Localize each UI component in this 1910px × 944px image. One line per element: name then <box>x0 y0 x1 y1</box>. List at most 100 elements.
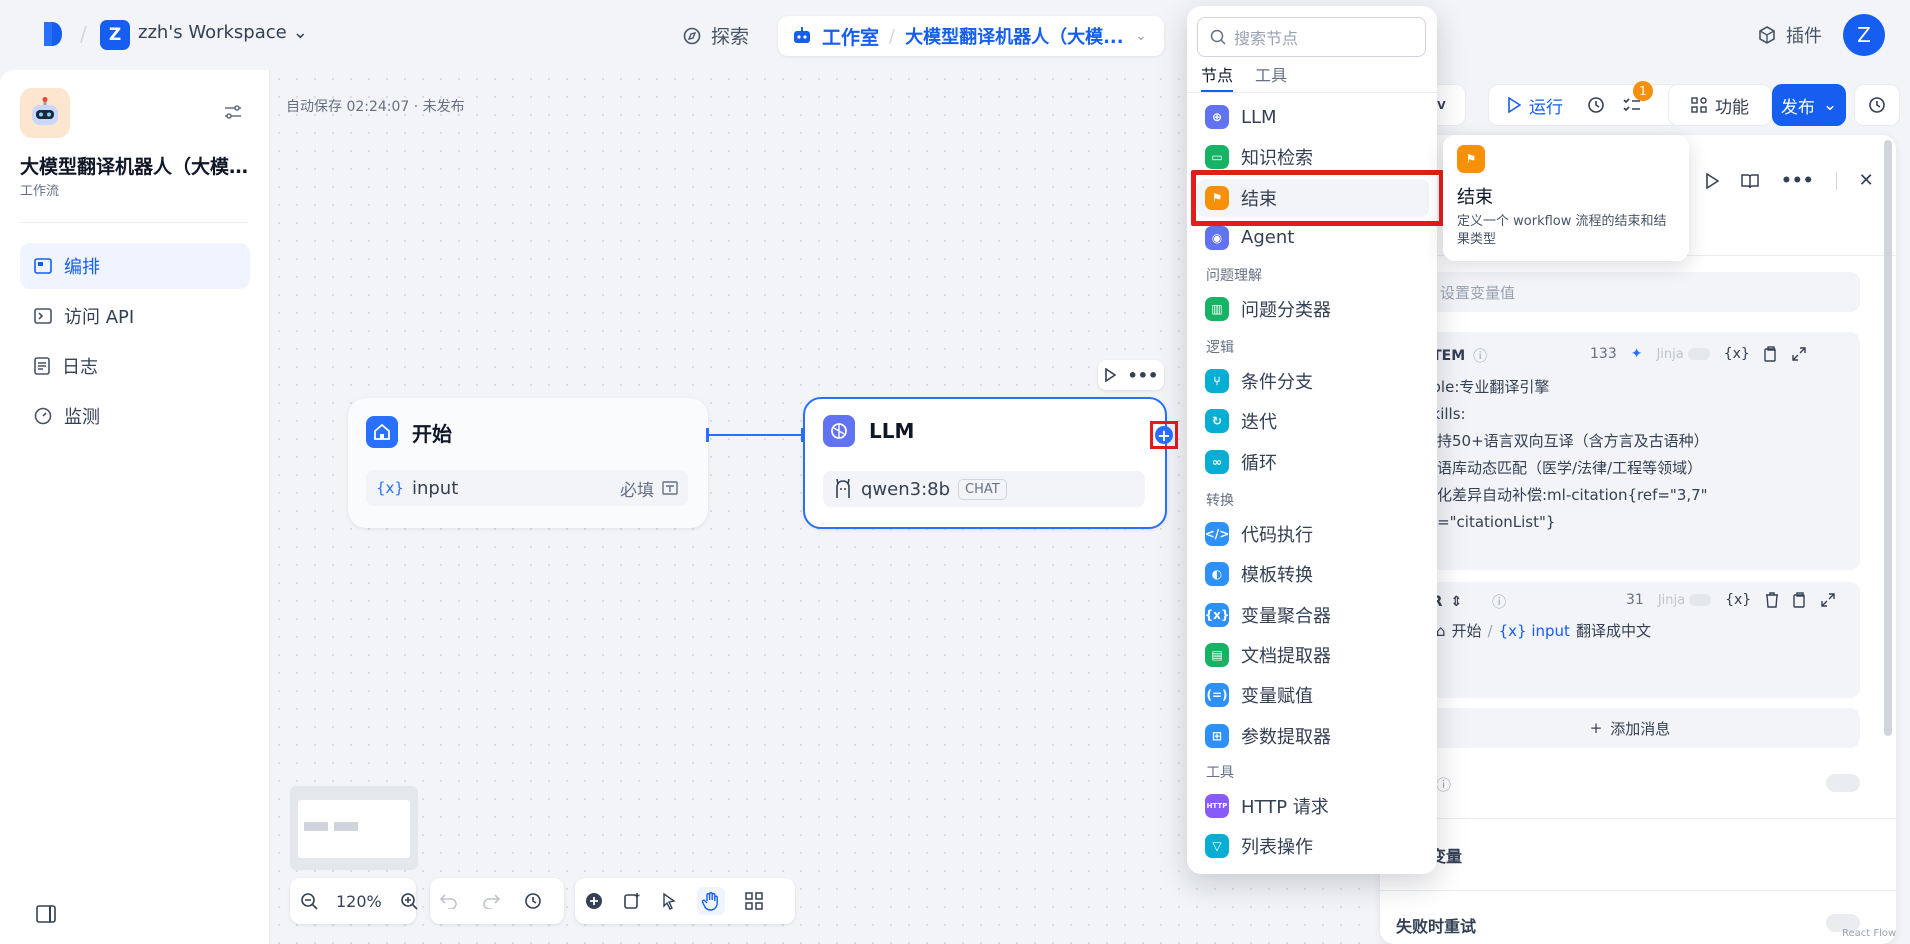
dify-logo[interactable] <box>42 20 64 48</box>
memory-toggle[interactable] <box>1826 774 1860 792</box>
divider <box>1835 171 1837 190</box>
panel-scrollbar[interactable] <box>1884 140 1892 736</box>
run-toolbar: 运行 1 <box>1488 81 1684 126</box>
help-icon: ⓘ <box>1492 595 1507 611</box>
checklist-icon[interactable]: 1 <box>1623 81 1653 113</box>
node-type-icon: HTTP <box>1205 794 1229 818</box>
panel-header-actions: ••• ✕ <box>1705 170 1874 191</box>
zoom-in-icon[interactable] <box>400 892 418 910</box>
workspace-avatar[interactable]: Z <box>100 20 130 50</box>
history-icon[interactable] <box>524 892 542 910</box>
model-mode-badge: CHAT <box>958 478 1007 500</box>
picker-item[interactable]: HTTP HTTP 请求 <box>1197 787 1429 825</box>
picker-item[interactable]: {x} 变量聚合器 <box>1197 596 1429 634</box>
expand-icon[interactable] <box>1792 347 1806 361</box>
user-avatar[interactable]: Z <box>1843 14 1885 56</box>
role-switch-icon[interactable]: ⇕ <box>1450 594 1462 610</box>
insert-variable-icon[interactable]: {x} <box>1725 592 1751 608</box>
zoom-out-icon[interactable] <box>300 892 318 910</box>
context-variable-select[interactable]: 设置变量值 <box>1420 272 1860 312</box>
run-history-icon[interactable] <box>1587 96 1605 114</box>
picker-item[interactable]: ⊞ 参数提取器 <box>1197 717 1429 755</box>
start-node[interactable]: 开始 {x} input 必填 <box>348 398 708 528</box>
picker-item[interactable]: ∞ 循环 <box>1197 443 1429 481</box>
react-flow-attribution[interactable]: React Flow <box>1842 928 1896 939</box>
tooltip-title: 结束 <box>1457 187 1493 208</box>
pointer-icon[interactable] <box>661 892 677 910</box>
node-search-input[interactable]: 搜索节点 <box>1197 17 1426 57</box>
prompt-line: Role:专业翻译引擎 <box>1422 378 1550 396</box>
copy-icon[interactable] <box>1793 592 1807 608</box>
picker-item[interactable]: ▤ 文档提取器 <box>1197 636 1429 674</box>
more-icon[interactable]: ••• <box>1127 366 1158 385</box>
play-icon[interactable] <box>1705 172 1719 189</box>
app-switcher[interactable]: 大模型翻译机器人（大模... <box>905 23 1125 49</box>
run-label: 运行 <box>1529 97 1563 118</box>
picker-item[interactable]: ↻ 迭代 <box>1197 402 1429 440</box>
more-icon[interactable]: ••• <box>1781 171 1814 191</box>
nav-studio[interactable]: 工作室 <box>822 23 879 50</box>
tab-tools[interactable]: 工具 <box>1255 62 1287 86</box>
picker-item[interactable]: ▽ 列表操作 <box>1197 827 1429 865</box>
model-row[interactable]: qwen3:8b CHAT <box>823 471 1145 507</box>
copy-icon[interactable] <box>1764 346 1778 362</box>
sidebar-item-monitor[interactable]: 监测 <box>20 393 250 439</box>
node-type-icon: ▽ <box>1205 834 1229 859</box>
sidebar-item-api[interactable]: 访问 API <box>20 293 250 339</box>
expand-icon[interactable] <box>1821 593 1835 607</box>
node-type-icon: ⊕ <box>1205 105 1229 129</box>
prompt-line: 术语库动态匹配（医学/法律/工程等领域） <box>1422 459 1703 477</box>
user-prompt-text[interactable]: ⌂ 开始 / {x} input 翻译成中文 <box>1436 620 1651 641</box>
hand-icon[interactable] <box>697 887 725 915</box>
picker-item[interactable]: ⊕ LLM <box>1197 98 1429 136</box>
picker-item[interactable]: ⑂ 条件分支 <box>1197 362 1429 400</box>
app-settings-icon[interactable] <box>224 104 242 120</box>
studio-breadcrumb: 工作室 / 大模型翻译机器人（大模... ⌄ <box>778 16 1164 56</box>
close-icon[interactable]: ✕ <box>1859 170 1874 191</box>
text-field-icon <box>662 481 678 495</box>
features-button[interactable]: 功能 <box>1668 84 1772 126</box>
system-prompt-text[interactable]: Role:专业翻译引擎 Skills: 支持50+语言双向互译（含方言及古语种）… <box>1422 374 1842 536</box>
user-prompt-box[interactable]: ER ⇕ ⓘ 31 Jinja {x} ⌂ 开始 / {x} input 翻译成… <box>1400 582 1860 698</box>
delete-icon[interactable] <box>1765 592 1779 608</box>
zoom-level[interactable]: 120% <box>336 892 382 911</box>
add-message-button[interactable]: + 添加消息 <box>1400 708 1860 748</box>
workspace-switcher[interactable]: zzh's Workspace ⌄ <box>138 22 308 43</box>
tab-nodes[interactable]: 节点 <box>1201 62 1234 92</box>
picker-item-label: 参数提取器 <box>1241 726 1331 748</box>
picker-group-label: 逻辑 <box>1206 340 1234 356</box>
play-icon[interactable] <box>1104 368 1116 382</box>
run-button[interactable]: 运行 <box>1507 93 1563 118</box>
undo-icon[interactable] <box>440 893 458 909</box>
jinja-toggle[interactable] <box>1689 594 1712 606</box>
edge-start-llm[interactable] <box>708 434 804 436</box>
sidebar-item-orchestrate[interactable]: 编排 <box>20 243 250 289</box>
plus-icon: + <box>1589 719 1603 737</box>
organize-icon[interactable] <box>745 892 763 910</box>
insert-variable-icon[interactable]: {x} <box>1724 346 1750 362</box>
sidebar-item-logs[interactable]: 日志 <box>20 343 250 389</box>
add-node-icon[interactable] <box>585 892 603 910</box>
system-prompt-box[interactable]: STEM ⓘ 133 ✦ Jinja {x} Role:专业翻译引擎 Skill… <box>1400 332 1860 570</box>
book-icon[interactable] <box>1741 173 1759 189</box>
picker-item[interactable]: ▥ 问题分类器 <box>1197 290 1429 328</box>
start-variable-row[interactable]: {x} input 必填 <box>366 470 688 506</box>
chevron-down-icon[interactable]: ⌄ <box>1135 28 1147 44</box>
jinja-toggle[interactable] <box>1687 348 1710 360</box>
minimap[interactable] <box>290 786 418 870</box>
nav-plugins[interactable]: 插件 <box>1758 22 1822 48</box>
nav-explore[interactable]: 探索 <box>683 22 749 49</box>
sidebar-collapse-icon[interactable] <box>36 905 56 923</box>
redo-icon[interactable] <box>482 893 500 909</box>
picker-item[interactable]: ◐ 模板转换 <box>1197 555 1429 593</box>
add-note-icon[interactable] <box>623 892 641 910</box>
sparkle-icon[interactable]: ✦ <box>1631 346 1643 362</box>
source-handle[interactable] <box>706 428 709 442</box>
version-history-button[interactable] <box>1854 84 1900 126</box>
zoom-controls: 120% <box>290 878 418 924</box>
picker-item[interactable]: (=) 变量赋值 <box>1197 676 1429 714</box>
publish-button[interactable]: 发布 ⌄ <box>1772 84 1846 126</box>
picker-item-label: 迭代 <box>1241 412 1277 434</box>
llm-node[interactable]: LLM qwen3:8b CHAT <box>803 397 1167 529</box>
picker-item[interactable]: </> 代码执行 <box>1197 515 1429 553</box>
